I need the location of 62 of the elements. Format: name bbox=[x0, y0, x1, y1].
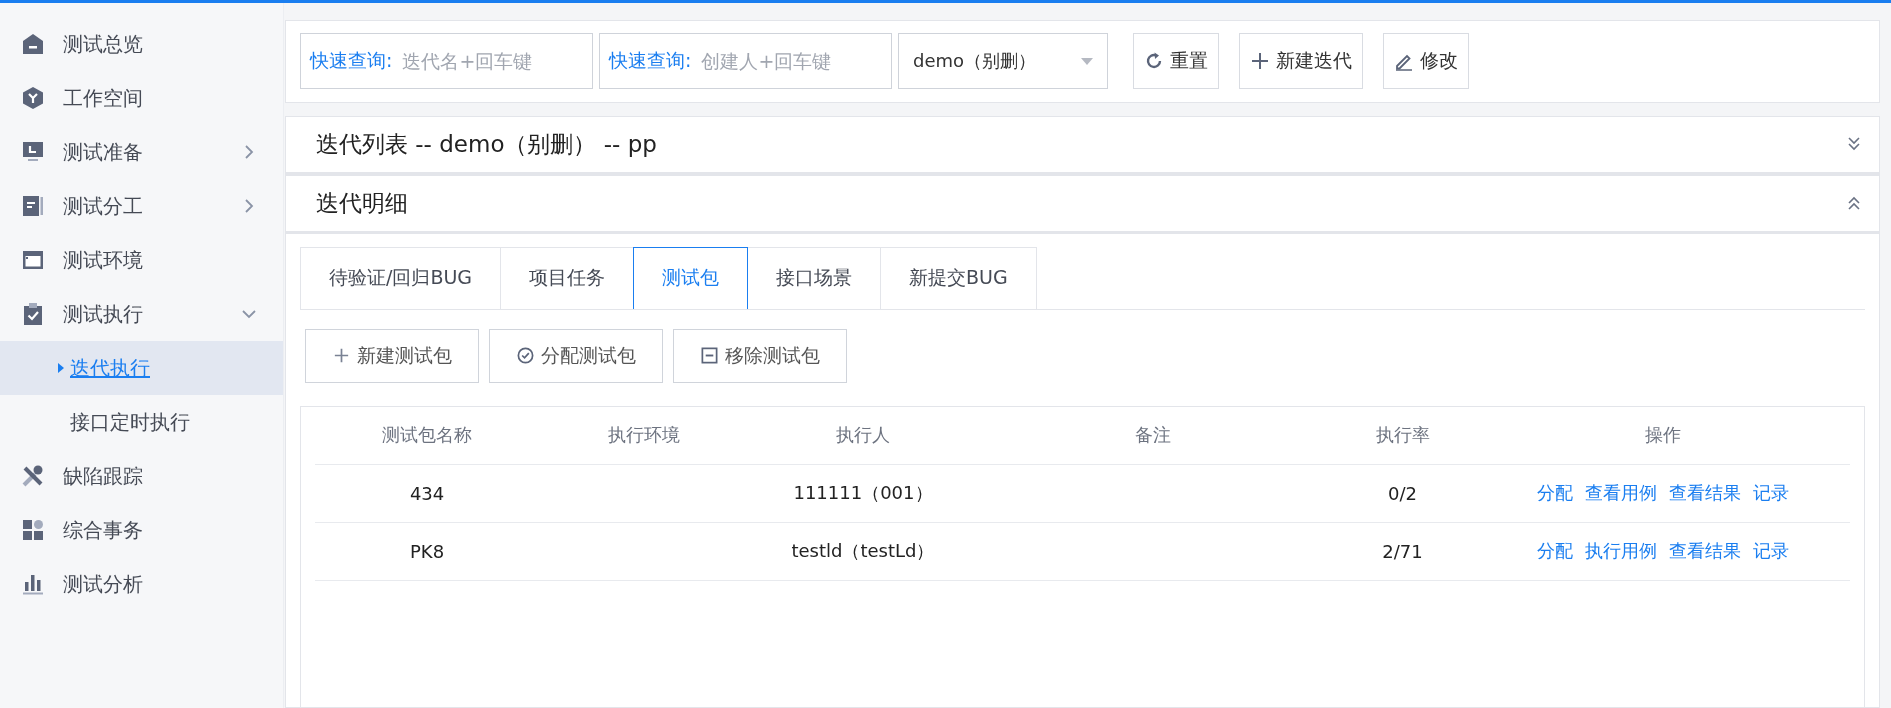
window-icon bbox=[21, 248, 45, 272]
tab[interactable]: 新提交BUG bbox=[880, 247, 1037, 309]
table-cell: 434 bbox=[409, 483, 445, 504]
triangle-right-icon bbox=[58, 363, 64, 373]
remove-button[interactable]: 移除测试包 bbox=[673, 329, 847, 383]
sidebar-item[interactable]: 测试分析 bbox=[0, 557, 283, 611]
table-cell: PK8 bbox=[410, 541, 445, 562]
table-link[interactable]: 分配 bbox=[1536, 539, 1573, 564]
edit-button[interactable]: 修改 bbox=[1383, 33, 1469, 90]
table-link[interactable]: 执行用例 bbox=[1584, 539, 1657, 564]
double-chevron-up-icon[interactable] bbox=[1846, 195, 1862, 212]
add-button[interactable]: 新建测试包 bbox=[305, 329, 479, 383]
panel-header[interactable]: 迭代明细 bbox=[285, 174, 1880, 234]
sidebar-item[interactable]: 测试执行 bbox=[0, 287, 283, 341]
table-link[interactable]: 查看用例 bbox=[1584, 481, 1657, 506]
column-header: 执行人 bbox=[834, 423, 891, 448]
sidebar-subitem[interactable]: 接口定时执行 bbox=[0, 395, 283, 449]
project-select[interactable]: demo（别删） bbox=[898, 33, 1108, 90]
sidebar-item[interactable]: 综合事务 bbox=[0, 503, 283, 557]
plus-icon bbox=[1250, 51, 1270, 72]
panel-header[interactable]: 迭代列表 -- demo（别删） -- pp bbox=[285, 115, 1880, 175]
caret-down-icon bbox=[1081, 57, 1093, 65]
clipboard-check-icon bbox=[21, 302, 45, 326]
assign-button[interactable]: 分配测试包 bbox=[489, 329, 663, 383]
add-button[interactable]: 新建迭代 bbox=[1239, 33, 1363, 90]
table-link[interactable]: 查看结果 bbox=[1668, 481, 1741, 506]
column-header: 执行率 bbox=[1374, 423, 1431, 448]
table-link[interactable]: 分配 bbox=[1536, 481, 1573, 506]
check-circle-icon bbox=[516, 346, 535, 366]
table-link[interactable]: 记录 bbox=[1752, 481, 1789, 506]
sidebar-item[interactable]: 测试分工 bbox=[0, 179, 283, 233]
cube-icon bbox=[21, 86, 45, 110]
table-cell: 111111（001） bbox=[793, 482, 933, 504]
tab[interactable]: 测试包 bbox=[633, 247, 749, 309]
search-label: 快速查询: bbox=[310, 48, 393, 74]
tab[interactable]: 待验证/回归BUG bbox=[300, 247, 502, 309]
table-cell: 0/2 bbox=[1388, 483, 1417, 504]
search-field[interactable]: 快速查询: 创建人+回车键 bbox=[599, 33, 892, 90]
home-icon bbox=[21, 32, 45, 56]
table-link[interactable]: 记录 bbox=[1752, 539, 1789, 564]
double-chevron-down-icon[interactable] bbox=[1846, 136, 1862, 153]
column-header: 备注 bbox=[1134, 423, 1173, 448]
sidebar-item[interactable]: 测试环境 bbox=[0, 233, 283, 287]
column-header: 测试包名称 bbox=[381, 423, 474, 448]
sidebar-item[interactable]: 测试准备 bbox=[0, 125, 283, 179]
sidebar-item[interactable]: 测试总览 bbox=[0, 17, 283, 71]
table-cell: testld（testLd） bbox=[791, 540, 935, 562]
grid-icon bbox=[21, 518, 45, 542]
column-header: 执行环境 bbox=[607, 423, 682, 448]
document-icon bbox=[21, 194, 45, 218]
reset-button[interactable]: 重置 bbox=[1133, 33, 1219, 90]
table-link[interactable]: 查看结果 bbox=[1668, 539, 1741, 564]
table-cell: 2/71 bbox=[1382, 541, 1423, 562]
search-field[interactable]: 快速查询: 迭代名+回车键 bbox=[300, 33, 593, 90]
monitor-icon bbox=[21, 140, 45, 164]
sidebar-item[interactable]: 缺陷跟踪 bbox=[0, 449, 283, 503]
minus-square-icon bbox=[700, 346, 719, 366]
column-header: 操作 bbox=[1643, 423, 1682, 448]
search-label: 快速查询: bbox=[609, 48, 692, 74]
tools-icon bbox=[21, 464, 45, 488]
sidebar-item[interactable]: 工作空间 bbox=[0, 71, 283, 125]
bar-chart-icon bbox=[21, 572, 45, 596]
